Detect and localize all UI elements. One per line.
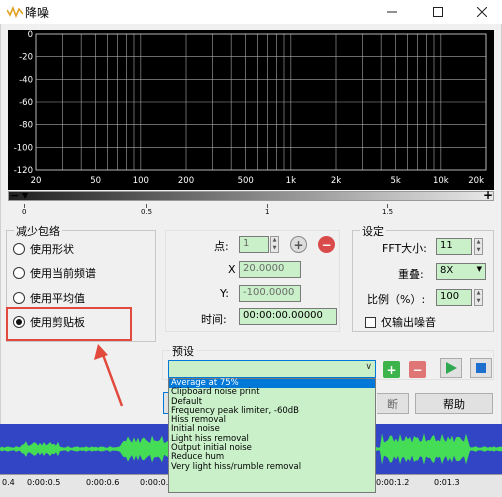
preset-select[interactable]: ∨ [168, 360, 376, 378]
scale-label: 1 [265, 208, 270, 216]
point-label: 点: [214, 240, 229, 253]
timeline-label: 0:00:1.2 [376, 478, 410, 487]
minimize-button[interactable] [370, 0, 414, 24]
time-label: 时间: [201, 313, 227, 326]
timeline-label: 0:01.3 [434, 478, 460, 487]
x-axis-label: 1k [286, 176, 296, 186]
radio-use-current-spectrum[interactable]: 使用当前频谱 [13, 265, 96, 281]
zoom-in-icon[interactable]: + [483, 189, 493, 201]
add-preset-button[interactable]: + [383, 361, 400, 378]
preset-dropdown-list[interactable]: Average at 75% Clipboard noise print Defau… [168, 378, 376, 493]
y-axis-label: -120 [14, 166, 33, 176]
close-button[interactable] [460, 0, 502, 24]
chevron-down-icon: ∨ [365, 362, 372, 372]
help-button[interactable]: 帮助 [415, 393, 493, 414]
y-axis-label: 0 [28, 30, 33, 40]
y-axis-label: -40 [19, 75, 33, 85]
annotation-arrow-icon [94, 344, 124, 407]
x-axis-label: 20 [31, 176, 42, 186]
gradient-scale-bar[interactable] [8, 191, 494, 201]
time-field[interactable]: 00:00:00.00000 [239, 308, 337, 325]
radio-circle [13, 267, 25, 279]
radio-circle [13, 243, 25, 255]
remove-point-button[interactable]: − [318, 236, 335, 253]
minus-icon: − [412, 362, 423, 377]
radio-circle [13, 292, 25, 304]
x-axis-label: 2k [331, 176, 341, 186]
chevron-down-icon: ▼ [476, 265, 482, 273]
maximize-icon [433, 7, 443, 17]
radio-label: 使用当前频谱 [30, 267, 96, 280]
x-field[interactable]: 20.0000 [239, 261, 301, 278]
add-point-button[interactable]: + [290, 236, 307, 253]
point-stepper[interactable]: ▲ ▼ [270, 236, 279, 253]
radio-use-average[interactable]: 使用平均值 [13, 290, 85, 306]
presets-title: 预设 [170, 343, 196, 359]
plus-icon: + [293, 237, 304, 252]
app-icon [7, 6, 23, 18]
x-axis-label: 100 [133, 176, 149, 186]
play-icon [446, 362, 457, 374]
radio-label: 使用形状 [30, 243, 74, 256]
scale-label: 0.5 [141, 208, 153, 216]
ratio-label: 比例（%）: [367, 293, 426, 306]
x-axis-label: 5k [391, 176, 401, 186]
y-axis-label: -20 [19, 53, 33, 63]
zoom-out-icon[interactable]: − [10, 190, 19, 201]
fft-size-field[interactable]: 11 [436, 238, 472, 255]
radio-use-shape[interactable]: 使用形状 [13, 241, 74, 257]
x-axis-label: 20k [468, 176, 484, 186]
minus-icon: − [321, 237, 332, 252]
fft-size-stepper[interactable]: ▲ ▼ [474, 238, 483, 255]
timeline-label: 0:00:0.6 [86, 478, 120, 487]
y-field[interactable]: -100.0000 [239, 285, 301, 302]
title-bar: 降噪 [0, 0, 502, 24]
x-axis-label: 50 [90, 176, 101, 186]
close-icon [477, 7, 487, 17]
plus-icon: + [386, 362, 397, 377]
overlap-label: 重叠: [398, 268, 424, 281]
x-label: X [228, 263, 236, 276]
y-axis-label: -100 [14, 143, 33, 153]
y-label: Y: [220, 287, 229, 300]
fft-label: FFT大小: [382, 242, 427, 255]
point-field[interactable]: 1 [239, 236, 269, 253]
checkbox-box [365, 316, 376, 328]
stop-icon [476, 363, 486, 373]
noise-spectrum-graph[interactable]: 0 -20 -40 -60 -80 -100 -120 20 50 100 200 500 1k 2k 5… [8, 30, 494, 190]
x-axis-label: 200 [178, 176, 194, 186]
settings-title: 设定 [360, 223, 386, 239]
timeline-label: 0:00:0.5 [27, 478, 61, 487]
help-label: 帮助 [443, 397, 465, 411]
preview-stop-button[interactable] [470, 358, 492, 378]
scale-label: 1.5 [382, 208, 394, 216]
window-title: 降噪 [25, 6, 50, 20]
overlap-value: 8X [440, 265, 454, 276]
timeline-label: 0.4 [2, 478, 15, 487]
ratio-field[interactable]: 100 [436, 289, 472, 306]
y-axis-label: -80 [19, 121, 33, 131]
cancel-button-partial[interactable]: 断 [377, 393, 409, 414]
output-noise-only-checkbox[interactable]: 仅输出噪音 [365, 314, 436, 330]
overlap-select[interactable]: 8X ▼ [436, 263, 486, 280]
x-axis-label: 10k [433, 176, 449, 186]
preview-play-button[interactable] [440, 358, 462, 378]
y-axis-label: -60 [19, 98, 33, 108]
preset-option[interactable]: Very light hiss/rumble removal [169, 462, 375, 472]
reduce-envelope-title: 减少包络 [14, 223, 62, 239]
ratio-stepper[interactable]: ▲ ▼ [474, 289, 483, 306]
slider-handle-icon[interactable]: ▼ [22, 191, 28, 201]
cancel-label: 断 [387, 397, 398, 411]
minimize-icon [387, 11, 397, 13]
maximize-button[interactable] [416, 0, 460, 24]
checkbox-label: 仅输出噪音 [381, 316, 436, 329]
remove-preset-button[interactable]: − [409, 361, 426, 378]
x-axis-label: 500 [238, 176, 254, 186]
radio-label: 使用平均值 [30, 292, 85, 305]
annotation-highlight-box [6, 307, 132, 341]
scale-label: 0 [22, 208, 27, 216]
